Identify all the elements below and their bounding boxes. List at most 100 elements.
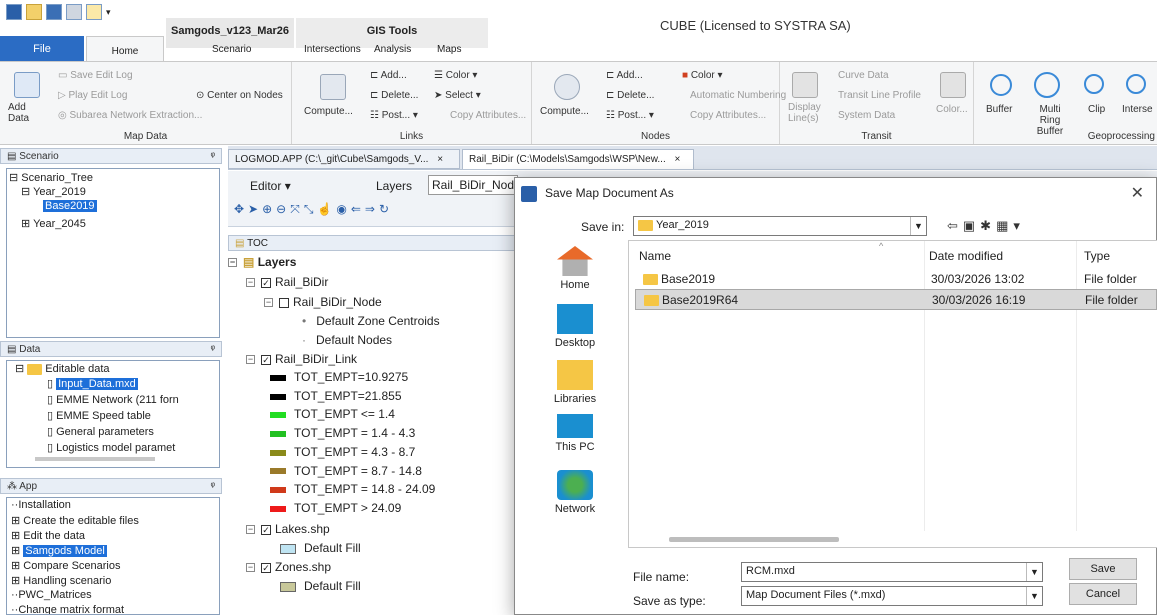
nodes-add-button[interactable]: ⊏ Add... [606,70,643,81]
nodes-post-button[interactable]: ☷ Post... ▾ [606,110,654,121]
links-color-button[interactable]: ☰ Color ▾ [434,70,477,81]
file-row[interactable]: Base2019 30/03/2026 13:02 File folder [635,269,1157,289]
buffer-button[interactable]: Buffer [986,104,1013,115]
place-libraries[interactable]: Libraries [543,360,607,405]
tab-home[interactable]: Home [86,36,164,62]
display-lines-button[interactable]: Display Line(s) [788,102,824,124]
doc-tab-logmod[interactable]: LOGMOD.APP (C:\_git\Cube\Samgods_V... × [228,149,460,169]
tree-item-editable-data[interactable]: ⊟ Editable data [15,362,110,375]
tree-item-samgods-model[interactable]: ⊞ Samgods Model [11,544,107,557]
tree-item-scenario-tree[interactable]: ⊟ Scenario_Tree [9,171,93,184]
horizontal-scrollbar[interactable] [35,457,155,461]
nodes-compute-button[interactable]: Compute... [540,106,589,117]
tab-maps[interactable]: Maps [437,44,461,55]
tree-item-year-2045[interactable]: ⊞ Year_2045 [21,217,86,230]
doc-tab-rail-bidir[interactable]: Rail_BiDir (C:\Models\Samgods\WSP\New...… [462,149,694,169]
center-on-nodes-button[interactable]: ⊙ Center on Nodes [196,90,283,101]
checkbox-checked[interactable]: ✓ [261,562,271,573]
open-icon[interactable] [26,4,42,20]
toc-layer-link[interactable]: − ✓ Rail_BiDir_Link [246,352,357,366]
links-post-button[interactable]: ☷ Post... ▾ [370,110,418,121]
tree-item-logistics[interactable]: ▯ Logistics model paramet [47,441,175,454]
links-compute-button[interactable]: Compute... [304,106,353,117]
tree-item-pwc-matrices[interactable]: ··PWC_Matrices [11,589,92,601]
toc-layer-lakes[interactable]: − ✓ Lakes.shp [246,522,330,536]
horizontal-scrollbar[interactable] [669,537,839,542]
file-row-selected[interactable]: Base2019R64 30/03/2026 16:19 File folder [635,289,1157,310]
collapse-icon[interactable]: − [246,355,255,365]
close-icon[interactable]: × [675,154,681,165]
pin-icon[interactable]: ᵠ [211,151,215,162]
place-home[interactable]: Home [543,246,607,291]
checkbox-checked[interactable]: ✓ [261,354,271,365]
place-this-pc[interactable]: This PC [543,414,607,453]
nodes-copy-attributes-button[interactable]: Copy Attributes... [690,110,766,121]
tree-item-create-editable[interactable]: ⊞ Create the editable files [11,514,139,527]
collapse-icon[interactable]: − [246,525,255,535]
save-edit-log-button[interactable]: ▭ Save Edit Log [58,70,133,81]
collapse-icon[interactable]: − [246,563,255,573]
map-tools-icons[interactable]: ✥➤⊕⊖⤧⤡☝◉⇐⇒↻ [234,202,393,217]
curve-data-button[interactable]: Curve Data [838,70,889,81]
tree-item-installation[interactable]: ··Installation [11,499,71,511]
collapse-icon[interactable]: − [246,278,255,288]
close-icon[interactable]: ✕ [1131,183,1144,203]
links-copy-attributes-button[interactable]: Copy Attributes... [450,110,526,121]
cancel-button[interactable]: Cancel [1069,583,1137,605]
tree-item-compare-scenarios[interactable]: ⊞ Compare Scenarios [11,559,121,572]
folder-nav-icons[interactable]: ⇦▣✱▦▾ [947,218,1025,234]
close-icon[interactable]: × [437,154,443,165]
place-desktop[interactable]: Desktop [543,304,607,349]
transit-line-profile-button[interactable]: Transit Line Profile [838,90,921,101]
tree-item-handling-scenario[interactable]: ⊞ Handling scenario [11,574,111,587]
toc-layer-zones[interactable]: − ✓ Zones.shp [246,560,331,574]
chevron-down-icon[interactable]: ▼ [1026,587,1042,605]
tree-item-year-2019[interactable]: ⊟ Year_2019 [21,185,86,198]
transit-color-button[interactable]: Color... [936,104,968,115]
toc-layers-root[interactable]: − ▤ Layers [228,255,296,269]
column-name[interactable]: Name [639,249,671,263]
save-button[interactable]: Save [1069,558,1137,580]
links-add-button[interactable]: ⊏ Add... [370,70,407,81]
tab-scenario[interactable]: Scenario [212,44,251,55]
automatic-numbering-button[interactable]: Automatic Numbering [690,90,786,101]
save-icon[interactable] [46,4,62,20]
new-icon[interactable] [86,4,102,20]
toc-layer-node[interactable]: − Rail_BiDir_Node [264,295,382,309]
chevron-down-icon[interactable]: ▼ [1026,563,1042,581]
column-type[interactable]: Type [1084,249,1110,263]
save-as-type-select[interactable]: Map Document Files (*.mxd) ▼ [741,586,1043,606]
links-select-button[interactable]: ➤ Select ▾ [434,90,481,101]
add-data-button[interactable]: Add Data [8,102,48,124]
collapse-icon[interactable]: − [228,258,237,268]
tree-item-change-matrix[interactable]: ··Change matrix format [11,604,124,614]
pin-icon[interactable]: ᵠ [211,344,215,355]
dropdown-icon[interactable]: ▾ [106,7,111,18]
links-delete-button[interactable]: ⊏ Delete... [370,90,418,101]
save-all-icon[interactable] [66,4,82,20]
checkbox-unchecked[interactable] [279,297,289,308]
play-edit-log-button[interactable]: ▷ Play Edit Log [58,90,127,101]
nodes-color-button[interactable]: ■ Color ▾ [682,70,723,81]
tree-item-emme-network[interactable]: ▯ EMME Network (211 forn [47,393,179,406]
toc-group-rail-bidir[interactable]: − ✓ Rail_BiDir [246,275,328,289]
app-icon[interactable] [6,4,22,20]
layers-select[interactable]: Rail_BiDir_Nod [428,175,518,195]
tree-item-emme-speed[interactable]: ▯ EMME Speed table [47,409,151,422]
save-in-select[interactable]: Year_2019 ▼ [633,216,927,236]
clip-button[interactable]: Clip [1088,104,1105,115]
file-name-input[interactable]: RCM.mxd ▼ [741,562,1043,582]
system-data-button[interactable]: System Data [838,110,895,121]
tab-file[interactable]: File [0,36,84,61]
checkbox-checked[interactable]: ✓ [261,524,271,535]
tree-item-general-parameters[interactable]: ▯ General parameters [47,425,154,438]
pin-icon[interactable]: ᵠ [211,481,215,492]
column-date-modified[interactable]: Date modified [929,249,1003,263]
nodes-delete-button[interactable]: ⊏ Delete... [606,90,654,101]
tab-analysis[interactable]: Analysis [374,44,411,55]
place-network[interactable]: Network [543,470,607,515]
editor-menu[interactable]: Editor ▾ [250,179,291,193]
subarea-button[interactable]: ◎ Subarea Network Extraction... [58,110,202,121]
collapse-icon[interactable]: − [264,298,273,308]
tree-item-base2019[interactable]: Base2019 [43,200,97,212]
